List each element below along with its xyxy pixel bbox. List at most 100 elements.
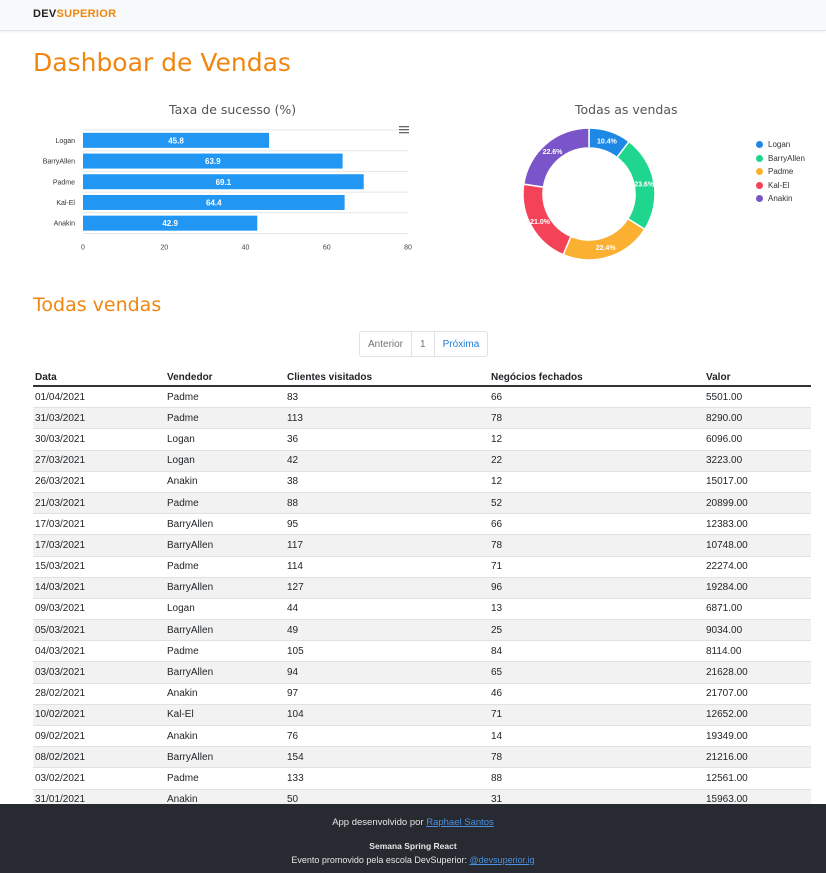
legend-label: Padme xyxy=(768,167,794,177)
cell-vendedor: Padme xyxy=(165,555,285,578)
legend-marker xyxy=(756,168,763,176)
chart-menu-icon[interactable] xyxy=(399,126,409,134)
cell-clientes: 36 xyxy=(285,428,489,451)
cell-data: 04/03/2021 xyxy=(33,640,165,662)
legend-marker xyxy=(756,195,763,203)
bar-value-label: 63.9 xyxy=(205,157,221,166)
legend-item-anakin[interactable]: Anakin xyxy=(756,192,805,206)
cell-valor: 19349.00 xyxy=(704,724,811,747)
x-tick-label: 20 xyxy=(160,245,168,252)
cell-negocios: 78 xyxy=(489,407,704,429)
cell-valor: 12652.00 xyxy=(704,703,811,726)
author-link[interactable]: Raphael Santos xyxy=(426,817,494,828)
table-row: 01/04/2021 Padme 83 66 5501.00 xyxy=(33,385,811,408)
cell-negocios: 65 xyxy=(489,661,704,684)
table-row: 15/03/2021 Padme 114 71 22274.00 xyxy=(33,555,811,578)
cell-clientes: 88 xyxy=(285,491,489,514)
cell-vendedor: BarryAllen xyxy=(165,661,285,684)
section-title: Todas vendas xyxy=(33,294,162,316)
donut-value-label: 22.4% xyxy=(596,245,617,252)
cell-clientes: 127 xyxy=(285,576,489,599)
cell-vendedor: Anakin xyxy=(165,682,285,705)
cell-vendedor: BarryAllen xyxy=(165,513,285,535)
brand-part-dev: DEV xyxy=(33,8,57,20)
bar-chart-title: Taxa de sucesso (%) xyxy=(169,102,297,117)
cell-clientes: 97 xyxy=(285,682,489,705)
page-number-button[interactable]: 1 xyxy=(412,332,435,356)
legend-label: Kal-El xyxy=(768,180,790,190)
legend-item-barryallen[interactable]: BarryAllen xyxy=(756,152,805,166)
header-negocios: Negócios fechados xyxy=(489,364,704,387)
bar-category-label: Padme xyxy=(53,179,75,186)
cell-negocios: 52 xyxy=(489,491,704,514)
cell-valor: 6871.00 xyxy=(704,597,811,620)
cell-valor: 3223.00 xyxy=(704,449,811,472)
cell-negocios: 88 xyxy=(489,767,704,790)
bar-value-label: 64.4 xyxy=(206,198,222,207)
cell-valor: 15017.00 xyxy=(704,470,811,493)
cell-valor: 6096.00 xyxy=(704,428,811,451)
header-clientes: Clientes visitados xyxy=(285,364,489,387)
cell-data: 10/02/2021 xyxy=(33,703,165,726)
legend-marker xyxy=(756,181,763,189)
bar-category-label: Logan xyxy=(56,138,76,145)
cell-clientes: 44 xyxy=(285,597,489,620)
bar-category-label: Anakin xyxy=(54,221,76,228)
cell-vendedor: Anakin xyxy=(165,470,285,493)
footer-credit-text: App desenvolvido por xyxy=(332,817,427,828)
cell-data: 17/03/2021 xyxy=(33,513,165,535)
table-row: 04/03/2021 Padme 105 84 8114.00 xyxy=(33,640,811,662)
cell-data: 03/03/2021 xyxy=(33,661,165,684)
cell-clientes: 114 xyxy=(285,555,489,578)
cell-negocios: 46 xyxy=(489,682,704,705)
legend-label: BarryAllen xyxy=(768,153,805,163)
donut-value-label: 21.0% xyxy=(530,219,551,226)
instagram-link[interactable]: @devsuperior.ig xyxy=(469,855,534,865)
legend-item-kal-el[interactable]: Kal-El xyxy=(756,179,805,193)
cell-valor: 22274.00 xyxy=(704,555,811,578)
cell-negocios: 13 xyxy=(489,597,704,620)
prev-page-button[interactable]: Anterior xyxy=(360,332,413,356)
table-row: 03/02/2021 Padme 133 88 12561.00 xyxy=(33,767,811,790)
brand-logo[interactable]: DEVSUPERIOR xyxy=(33,8,116,20)
cell-valor: 21216.00 xyxy=(704,746,811,768)
header-data: Data xyxy=(33,364,165,387)
cell-data: 17/03/2021 xyxy=(33,534,165,556)
cell-negocios: 66 xyxy=(489,513,704,535)
cell-valor: 20899.00 xyxy=(704,491,811,514)
cell-negocios: 25 xyxy=(489,619,704,641)
table-row: 09/03/2021 Logan 44 13 6871.00 xyxy=(33,597,811,620)
cell-data: 09/03/2021 xyxy=(33,597,165,620)
cell-clientes: 38 xyxy=(285,470,489,493)
next-page-button[interactable]: Próxima xyxy=(435,332,488,356)
table-row: 17/03/2021 BarryAllen 117 78 10748.00 xyxy=(33,534,811,556)
brand-part-superior: SUPERIOR xyxy=(56,8,117,20)
footer-promo: Evento promovido pela escola DevSuperior… xyxy=(0,855,826,865)
donut-slice-anakin[interactable] xyxy=(522,127,590,188)
cell-vendedor: Logan xyxy=(165,449,285,472)
legend-item-logan[interactable]: Logan xyxy=(756,138,805,152)
table-row: 03/03/2021 BarryAllen 94 65 21628.00 xyxy=(33,661,811,684)
header-vendedor: Vendedor xyxy=(165,364,285,387)
cell-valor: 19284.00 xyxy=(704,576,811,599)
x-tick-label: 80 xyxy=(404,245,412,252)
cell-data: 01/04/2021 xyxy=(33,385,165,408)
cell-negocios: 22 xyxy=(489,449,704,472)
legend-item-padme[interactable]: Padme xyxy=(756,165,805,179)
bar-value-label: 42.9 xyxy=(162,219,178,228)
cell-data: 08/02/2021 xyxy=(33,746,165,768)
cell-vendedor: Padme xyxy=(165,640,285,662)
table-row: 31/03/2021 Padme 113 78 8290.00 xyxy=(33,407,811,429)
cell-clientes: 133 xyxy=(285,767,489,790)
donut-legend: Logan BarryAllen Padme Kal-El Anakin xyxy=(756,138,805,206)
cell-clientes: 104 xyxy=(285,703,489,726)
donut-chart: 10.4% 23.6% 22.4% 21.0% 22.6% xyxy=(522,127,656,261)
cell-data: 14/03/2021 xyxy=(33,576,165,599)
cell-data: 28/02/2021 xyxy=(33,682,165,705)
pagination: Anterior 1 Próxima xyxy=(359,331,489,357)
cell-negocios: 12 xyxy=(489,428,704,451)
cell-vendedor: Padme xyxy=(165,385,285,408)
table-row: 26/03/2021 Anakin 38 12 15017.00 xyxy=(33,470,811,493)
cell-data: 15/03/2021 xyxy=(33,555,165,578)
donut-slice-padme[interactable] xyxy=(562,217,646,261)
